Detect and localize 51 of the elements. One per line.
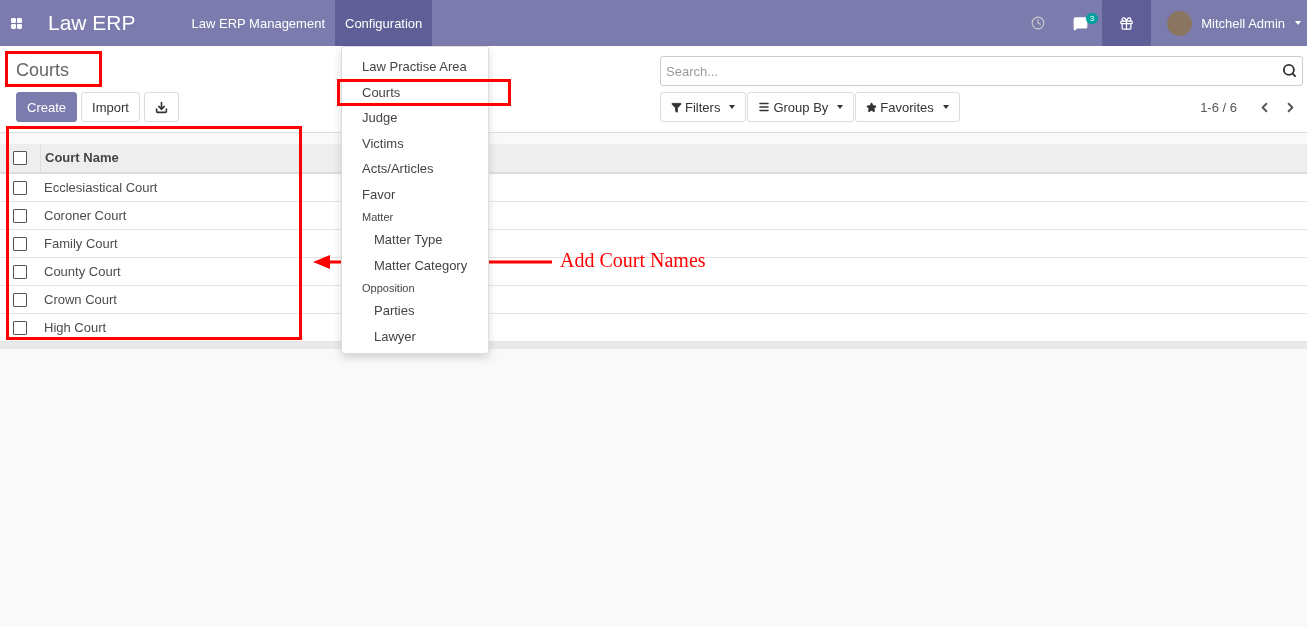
menu-item[interactable]: Parties (342, 298, 488, 324)
table-cell-text: Ecclesiastical Court (43, 180, 158, 195)
table-cell-text: Family Court (43, 236, 118, 251)
menu-item[interactable]: Courts (342, 79, 488, 105)
select-all-checkbox[interactable] (13, 151, 27, 165)
menu-item[interactable]: Favor (342, 181, 488, 207)
user-menu[interactable]: Mitchell Admin (1151, 10, 1307, 36)
nav-menu[interactable]: Law ERP Management (181, 0, 335, 46)
row-checkbox[interactable] (13, 236, 27, 251)
row-checkbox[interactable] (13, 180, 27, 195)
row-checkbox[interactable] (13, 264, 27, 279)
menu-item[interactable]: Acts/Articles (342, 156, 488, 182)
star-icon (866, 101, 878, 113)
pager-text: 1-6 / 6 (1200, 99, 1237, 115)
download-button[interactable] (143, 92, 179, 122)
avatar-circle (1167, 10, 1193, 36)
menu-section-header: Matter (361, 210, 395, 225)
table-cell-text: County Court (43, 264, 121, 279)
list-icon (758, 101, 771, 113)
apps-menu-icon[interactable] (9, 16, 23, 30)
app-title: Law ERP (48, 11, 136, 35)
table-cell-text: High Court (43, 320, 107, 335)
search-icon[interactable] (1282, 63, 1297, 78)
create-button[interactable]: Create (16, 92, 78, 122)
menu-item[interactable]: Matter Type (342, 227, 488, 253)
import-button[interactable]: Import (81, 92, 140, 122)
filter-dropdown-button[interactable]: Group By (747, 92, 855, 122)
gift-button[interactable] (1102, 0, 1152, 46)
annotation-text: Add Court Names (560, 249, 706, 272)
search-field[interactable]: Search... (660, 56, 1303, 86)
row-checkbox[interactable] (13, 320, 27, 335)
menu-item[interactable]: Judge (342, 105, 488, 131)
table-cell-text: Crown Court (43, 292, 117, 307)
filter-icon (671, 101, 682, 113)
menu-item[interactable]: Victims (342, 130, 488, 156)
nav-menu[interactable]: Configuration (335, 0, 433, 46)
menu-section-header: Opposition (361, 281, 416, 296)
download-icon (154, 100, 168, 114)
table-cell-text: Coroner Court (43, 208, 127, 223)
row-checkbox[interactable] (13, 292, 27, 307)
gift-icon (1119, 15, 1135, 31)
filter-dropdown-button[interactable]: Filters (660, 92, 747, 122)
row-checkbox[interactable] (13, 208, 27, 223)
filter-dropdown-button[interactable]: Favorites (855, 92, 960, 122)
menu-item[interactable]: Law Practise Area (342, 54, 488, 80)
column-header[interactable]: Court Name (40, 144, 295, 172)
menu-item[interactable]: Matter Category (342, 252, 488, 278)
chat-icon[interactable] (1073, 15, 1089, 31)
message-count-badge: 3 (1085, 13, 1099, 24)
menu-item[interactable]: Lawyer (342, 323, 488, 349)
page-title: Courts (16, 59, 69, 82)
